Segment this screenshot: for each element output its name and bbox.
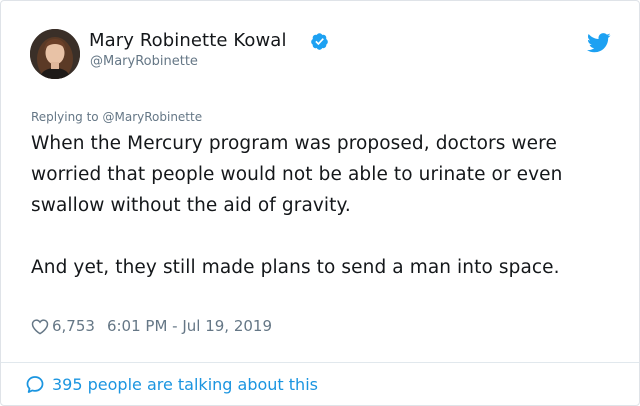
footer-divider [1, 362, 639, 363]
verified-badge-icon [311, 33, 328, 50]
tweet-timestamp[interactable]: 6:01 PM - Jul 19, 2019 [107, 317, 272, 335]
avatar[interactable] [30, 29, 80, 79]
author-handle[interactable]: @MaryRobinette [90, 54, 198, 69]
author-display-name[interactable]: Mary Robinette Kowal [89, 30, 287, 51]
like-count[interactable]: 6,753 [52, 317, 95, 335]
tweet-paragraph: And yet, they still made plans to send a… [31, 257, 560, 278]
reply-mention-link[interactable]: @MaryRobinette [102, 110, 202, 124]
reply-prefix: Replying to [31, 110, 99, 124]
conversation-link[interactable]: 395 people are talking about this [25, 373, 318, 395]
heart-icon[interactable] [31, 318, 49, 335]
tweet-text: When the Mercury program was proposed, d… [31, 128, 621, 283]
tweet-paragraph: When the Mercury program was proposed, d… [31, 133, 563, 216]
speech-bubble-icon [26, 375, 44, 393]
avatar-image [30, 29, 80, 79]
tweet-card: Mary Robinette Kowal @MaryRobinette Repl… [0, 0, 640, 406]
conversation-count-text: 395 people are talking about this [52, 374, 318, 394]
twitter-bird-icon[interactable] [587, 33, 611, 53]
reply-context: Replying to @MaryRobinette [31, 110, 202, 124]
tweet-meta: 6,753 6:01 PM - Jul 19, 2019 [31, 315, 272, 337]
